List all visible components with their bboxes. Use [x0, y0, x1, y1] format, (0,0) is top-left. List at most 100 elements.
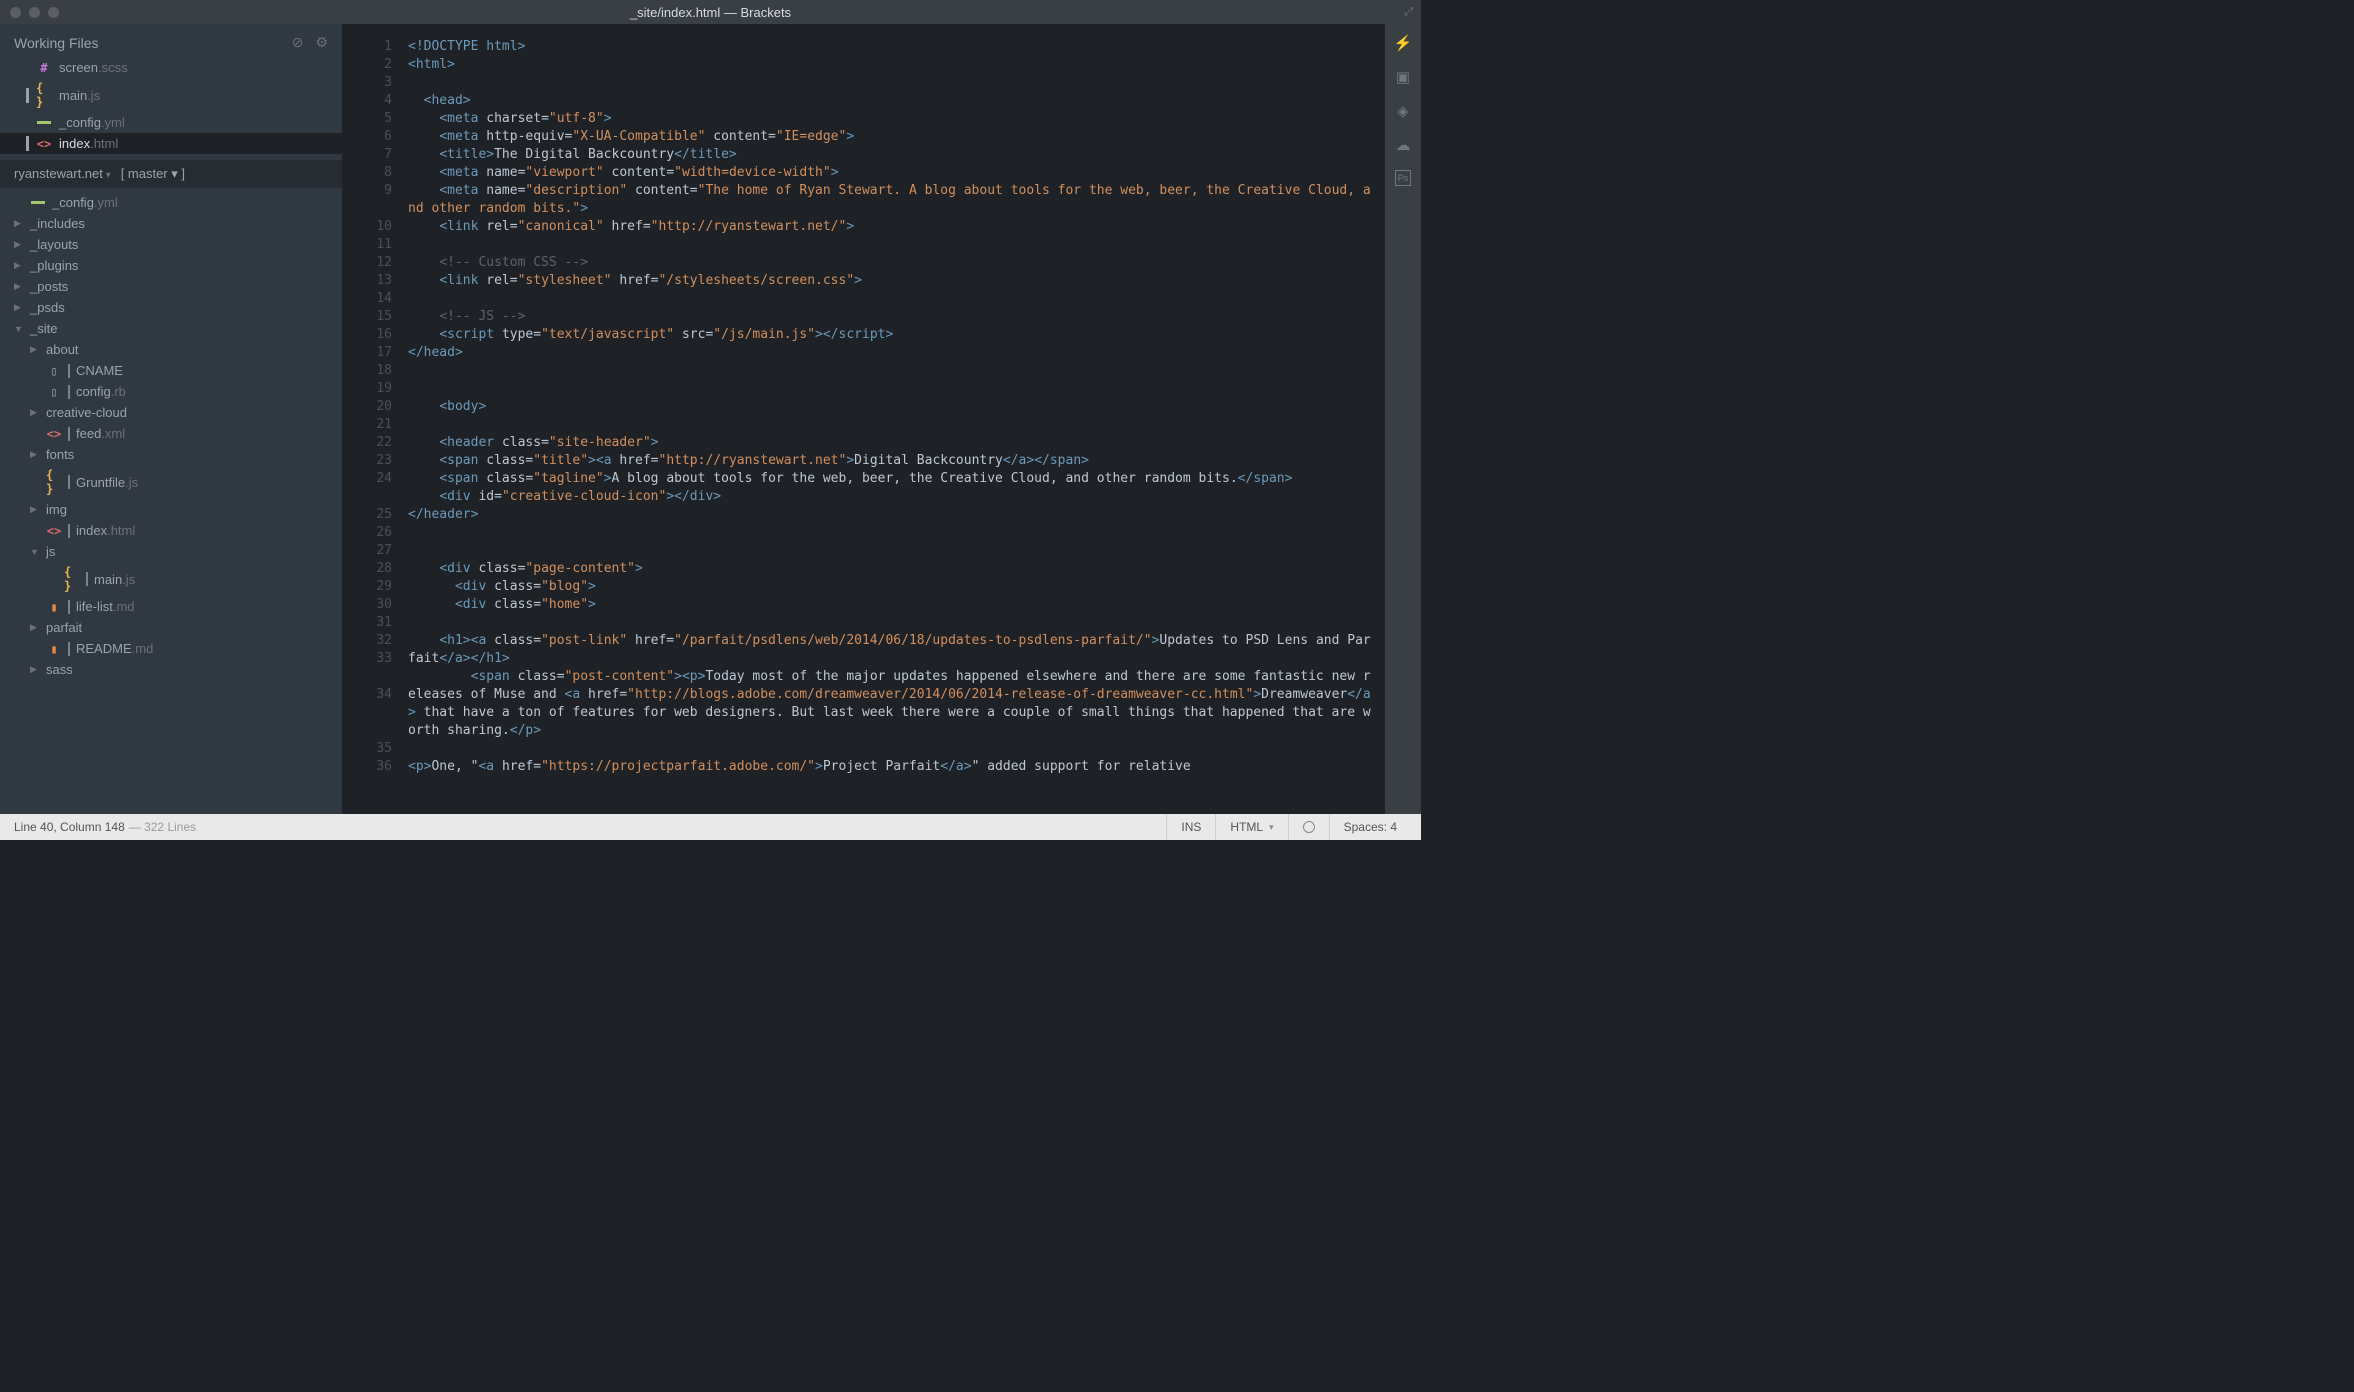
code-line[interactable] [408, 614, 1377, 632]
folder-item[interactable]: ▶_plugins [0, 255, 342, 276]
insert-mode[interactable]: INS [1166, 814, 1215, 840]
line-number[interactable]: 29 [342, 578, 392, 596]
code-line[interactable] [408, 740, 1377, 758]
line-number[interactable]: 13 [342, 272, 392, 290]
folder-item[interactable]: ▶img [0, 499, 342, 520]
chevron-right-icon[interactable]: ▶ [14, 281, 24, 292]
chevron-right-icon[interactable]: ▶ [30, 504, 40, 515]
line-number[interactable]: 34 [342, 686, 392, 740]
line-number[interactable]: 11 [342, 236, 392, 254]
chevron-down-icon[interactable]: ▼ [14, 324, 24, 334]
folder-item[interactable]: ▶about [0, 339, 342, 360]
code-line[interactable]: <meta http-equiv="X-UA-Compatible" conte… [408, 128, 1377, 146]
git-icon[interactable]: ◈ [1394, 102, 1412, 120]
code-line[interactable] [408, 380, 1377, 398]
line-number[interactable]: 27 [342, 542, 392, 560]
chevron-right-icon[interactable]: ▶ [30, 344, 40, 355]
code-line[interactable]: <div class="page-content"> [408, 560, 1377, 578]
cloud-icon[interactable]: ☁ [1394, 136, 1412, 154]
chevron-right-icon[interactable]: ▶ [30, 622, 40, 633]
line-number[interactable]: 10 [342, 218, 392, 236]
code-line[interactable]: <meta name="viewport" content="width=dev… [408, 164, 1377, 182]
code-line[interactable] [408, 236, 1377, 254]
code-line[interactable] [408, 524, 1377, 542]
code-line[interactable]: <!-- Custom CSS --> [408, 254, 1377, 272]
project-name[interactable]: ryanstewart.net [14, 166, 111, 182]
code-line[interactable]: <link rel="stylesheet" href="/stylesheet… [408, 272, 1377, 290]
code-line[interactable]: <head> [408, 92, 1377, 110]
code-line[interactable]: <div class="home"> [408, 596, 1377, 614]
code-line[interactable]: <!DOCTYPE html> [408, 38, 1377, 56]
line-number[interactable]: 5 [342, 110, 392, 128]
line-number[interactable]: 28 [342, 560, 392, 578]
code-line[interactable] [408, 542, 1377, 560]
line-number[interactable]: 32 [342, 632, 392, 650]
folder-item[interactable]: ▶_psds [0, 297, 342, 318]
folder-item[interactable]: ▼js [0, 541, 342, 562]
file-item[interactable]: _config.yml [0, 192, 342, 213]
file-item[interactable]: ▮README.md [0, 638, 342, 659]
line-number[interactable]: 9 [342, 182, 392, 218]
close-window-button[interactable] [10, 7, 21, 18]
folder-item[interactable]: ▶sass [0, 659, 342, 680]
minimize-window-button[interactable] [29, 7, 40, 18]
line-number[interactable]: 4 [342, 92, 392, 110]
indent-mode[interactable]: Spaces: 4 [1329, 814, 1411, 840]
editor[interactable]: 1234567891011121314151617181920212223242… [342, 24, 1385, 814]
cursor-position[interactable]: Line 40, Column 148 [14, 820, 125, 834]
line-number[interactable]: 15 [342, 308, 392, 326]
code-line[interactable]: <meta name="description" content="The ho… [408, 182, 1377, 218]
file-item[interactable]: { }main.js [0, 562, 342, 596]
code-line[interactable]: <body> [408, 398, 1377, 416]
file-item[interactable]: ▮life-list.md [0, 596, 342, 617]
code-line[interactable]: </header> [408, 506, 1377, 524]
code-line[interactable]: <link rel="canonical" href="http://ryans… [408, 218, 1377, 236]
close-all-icon[interactable]: ⊘ [292, 34, 304, 51]
live-preview-icon[interactable]: ⚡ [1394, 34, 1412, 52]
code-line[interactable]: <span class="post-content"><p>Today most… [408, 668, 1377, 740]
code-line[interactable]: <div id="creative-cloud-icon"></div> [408, 488, 1377, 506]
code-line[interactable]: <span class="tagline">A blog about tools… [408, 470, 1377, 488]
line-number[interactable]: 1 [342, 38, 392, 56]
line-number[interactable]: 30 [342, 596, 392, 614]
code-line[interactable]: <meta charset="utf-8"> [408, 110, 1377, 128]
file-item[interactable]: ▯config.rb [0, 381, 342, 402]
line-number[interactable]: 12 [342, 254, 392, 272]
working-file-item[interactable]: { }main.js [0, 78, 342, 112]
line-number[interactable]: 33 [342, 650, 392, 686]
line-number[interactable]: 23 [342, 452, 392, 470]
code-line[interactable]: <script type="text/javascript" src="/js/… [408, 326, 1377, 344]
language-mode[interactable]: HTML▾ [1215, 814, 1287, 840]
code-line[interactable]: <title>The Digital Backcountry</title> [408, 146, 1377, 164]
folder-item[interactable]: ▶_layouts [0, 234, 342, 255]
line-number[interactable]: 2 [342, 56, 392, 74]
code-line[interactable]: <span class="title"><a href="http://ryan… [408, 452, 1377, 470]
project-header[interactable]: ryanstewart.net [ master ▾ ] [0, 160, 342, 188]
working-file-item[interactable]: _config.yml [0, 112, 342, 133]
file-item[interactable]: { }Gruntfile.js [0, 465, 342, 499]
line-number[interactable]: 35 [342, 740, 392, 758]
folder-item[interactable]: ▶creative-cloud [0, 402, 342, 423]
code-line[interactable]: <header class="site-header"> [408, 434, 1377, 452]
chevron-right-icon[interactable]: ▶ [14, 239, 24, 250]
line-number[interactable]: 18 [342, 362, 392, 380]
chevron-right-icon[interactable]: ▶ [14, 260, 24, 271]
file-item[interactable]: ▯CNAME [0, 360, 342, 381]
code-line[interactable]: <div class="blog"> [408, 578, 1377, 596]
working-file-item[interactable]: #screen.scss [0, 57, 342, 78]
photoshop-icon[interactable]: Ps [1395, 170, 1411, 186]
line-number[interactable]: 22 [342, 434, 392, 452]
code-line[interactable] [408, 290, 1377, 308]
folder-item[interactable]: ▶fonts [0, 444, 342, 465]
line-number[interactable]: 8 [342, 164, 392, 182]
code-line[interactable] [408, 362, 1377, 380]
file-item[interactable]: <>feed.xml [0, 423, 342, 444]
fullscreen-icon[interactable]: ⤢ [1404, 6, 1413, 19]
line-number[interactable]: 14 [342, 290, 392, 308]
line-number[interactable]: 3 [342, 74, 392, 92]
code-line[interactable]: <html> [408, 56, 1377, 74]
folder-item[interactable]: ▶_posts [0, 276, 342, 297]
chevron-right-icon[interactable]: ▶ [14, 218, 24, 229]
line-number[interactable]: 16 [342, 326, 392, 344]
code-line[interactable]: </head> [408, 344, 1377, 362]
